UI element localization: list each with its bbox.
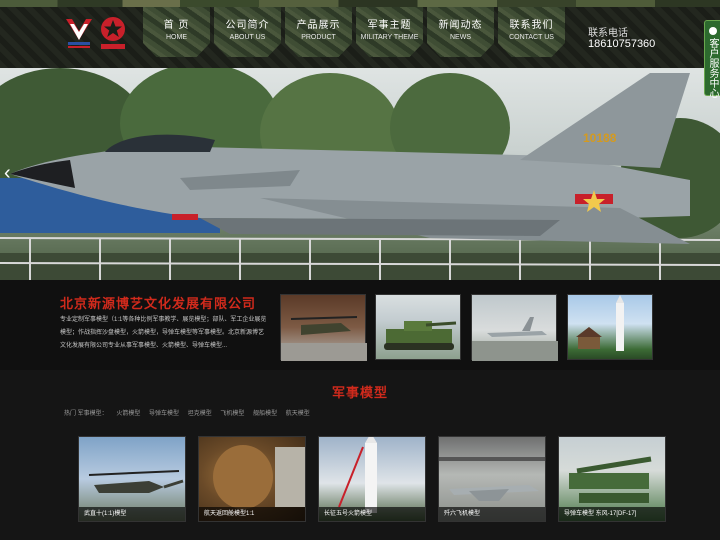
jet-thumbnail[interactable] [471, 294, 558, 361]
gallery-item[interactable]: 长征五号火箭模型 [318, 436, 426, 522]
military-models-section: 军事模型 热门 军事模型： 火箭模型 导弹车模型 坦克模型 飞机模型 舰船模型 … [0, 370, 720, 540]
gallery-caption: 武直十(1:1)模型 [79, 507, 185, 521]
main-nav: 首 页 HOME 公司简介 ABOUT US 产品展示 PRODUCT 军事主题… [143, 7, 565, 59]
page: 首 页 HOME 公司简介 ABOUT US 产品展示 PRODUCT 军事主题… [0, 0, 720, 540]
gallery-caption: 航天返回舱模型1:1 [199, 507, 305, 521]
gallery-caption: 歼六飞机模型 [439, 507, 545, 521]
nav-label-en: HOME [166, 34, 187, 41]
gallery-caption: 导弹车模型 东风-17[DF-17] [559, 507, 665, 521]
contact-label: 联系电话 [588, 28, 628, 39]
helicopter-workshop-image [281, 316, 367, 361]
gallery-item[interactable]: 导弹车模型 东风-17[DF-17] [558, 436, 666, 522]
company-logo[interactable] [64, 16, 94, 50]
rocket-image [576, 295, 624, 351]
company-title[interactable]: 北京新源博艺文化发展有限公司 [60, 293, 256, 312]
customer-service-tab[interactable]: 客户服务中心 [704, 20, 720, 98]
nav-label-en: PRODUCT [301, 34, 336, 41]
nav-military-theme[interactable]: 军事主题 MILITARY THEME [356, 7, 423, 57]
banner-prev-arrow[interactable]: ‹ [4, 162, 11, 185]
company-section: 北京新源博艺文化发展有限公司 专业定制军事模型（1:1等各种比例军事教学、展览模… [0, 280, 720, 370]
star-emblem-icon [101, 17, 125, 49]
rocket-thumbnail[interactable] [567, 294, 653, 360]
hero-banner: 10188 ‹ [0, 68, 720, 280]
side-tab-label: 客户服务中心 [707, 38, 718, 98]
nav-label-cn: 联系我们 [509, 20, 554, 31]
gallery-item[interactable]: 航天返回舱模型1:1 [198, 436, 306, 522]
gallery-item[interactable]: 歼六飞机模型 [438, 436, 546, 522]
chat-icon [708, 27, 717, 35]
tag-link[interactable]: 导弹车模型 [149, 411, 179, 417]
nav-label-cn: 军事主题 [367, 20, 412, 31]
nav-label-cn: 首 页 [163, 20, 190, 31]
nav-product[interactable]: 产品展示 PRODUCT [285, 7, 352, 57]
hot-tags: 热门 军事模型： 火箭模型 导弹车模型 坦克模型 飞机模型 舰船模型 航天模型 [64, 408, 317, 417]
nav-label-cn: 产品展示 [296, 20, 341, 31]
workshop-thumbnail[interactable] [280, 294, 367, 361]
nav-label-cn: 公司简介 [225, 20, 270, 31]
fighter-jet-image: 10188 [0, 68, 720, 280]
camo-strip [0, 0, 720, 7]
nav-news[interactable]: 新闻动态 NEWS [427, 7, 494, 57]
nav-label-en: MILITARY THEME [360, 34, 419, 41]
nav-label-en: ABOUT US [229, 34, 266, 41]
nav-label-en: CONTACT US [509, 34, 554, 41]
tag-link[interactable]: 飞机模型 [220, 411, 244, 417]
tank-image [384, 321, 457, 350]
plane-marking: 10188 [583, 131, 617, 145]
gallery-item[interactable]: 武直十(1:1)模型 [78, 436, 186, 522]
model-gallery: 武直十(1:1)模型 航天返回舱模型1:1 长征五号火箭模型 歼六飞机模型 导弹… [78, 436, 666, 522]
gallery-caption: 长征五号火箭模型 [319, 507, 425, 521]
tag-link[interactable]: 航天模型 [286, 411, 310, 417]
section-title[interactable]: 军事模型 [0, 382, 720, 401]
tag-link[interactable]: 火箭模型 [116, 411, 140, 417]
hot-tags-label: 热门 军事模型： [64, 411, 108, 417]
site-header: 首 页 HOME 公司简介 ABOUT US 产品展示 PRODUCT 军事主题… [0, 0, 720, 68]
nav-label-cn: 新闻动态 [438, 20, 483, 31]
tag-link[interactable]: 坦克模型 [188, 411, 212, 417]
contact-phone: 18610757360 [588, 38, 656, 50]
jet-image [472, 317, 558, 361]
nav-contact[interactable]: 联系我们 CONTACT US [498, 7, 565, 57]
tank-thumbnail[interactable] [375, 294, 461, 360]
nav-about[interactable]: 公司简介 ABOUT US [214, 7, 281, 57]
nav-home[interactable]: 首 页 HOME [143, 7, 210, 57]
tag-link[interactable]: 舰船模型 [253, 411, 277, 417]
nav-label-en: NEWS [450, 34, 471, 41]
company-description: 专业定制军事模型（1:1等各种比例军事教学、展览模型；部队、军工企业展览模型；作… [60, 317, 267, 349]
